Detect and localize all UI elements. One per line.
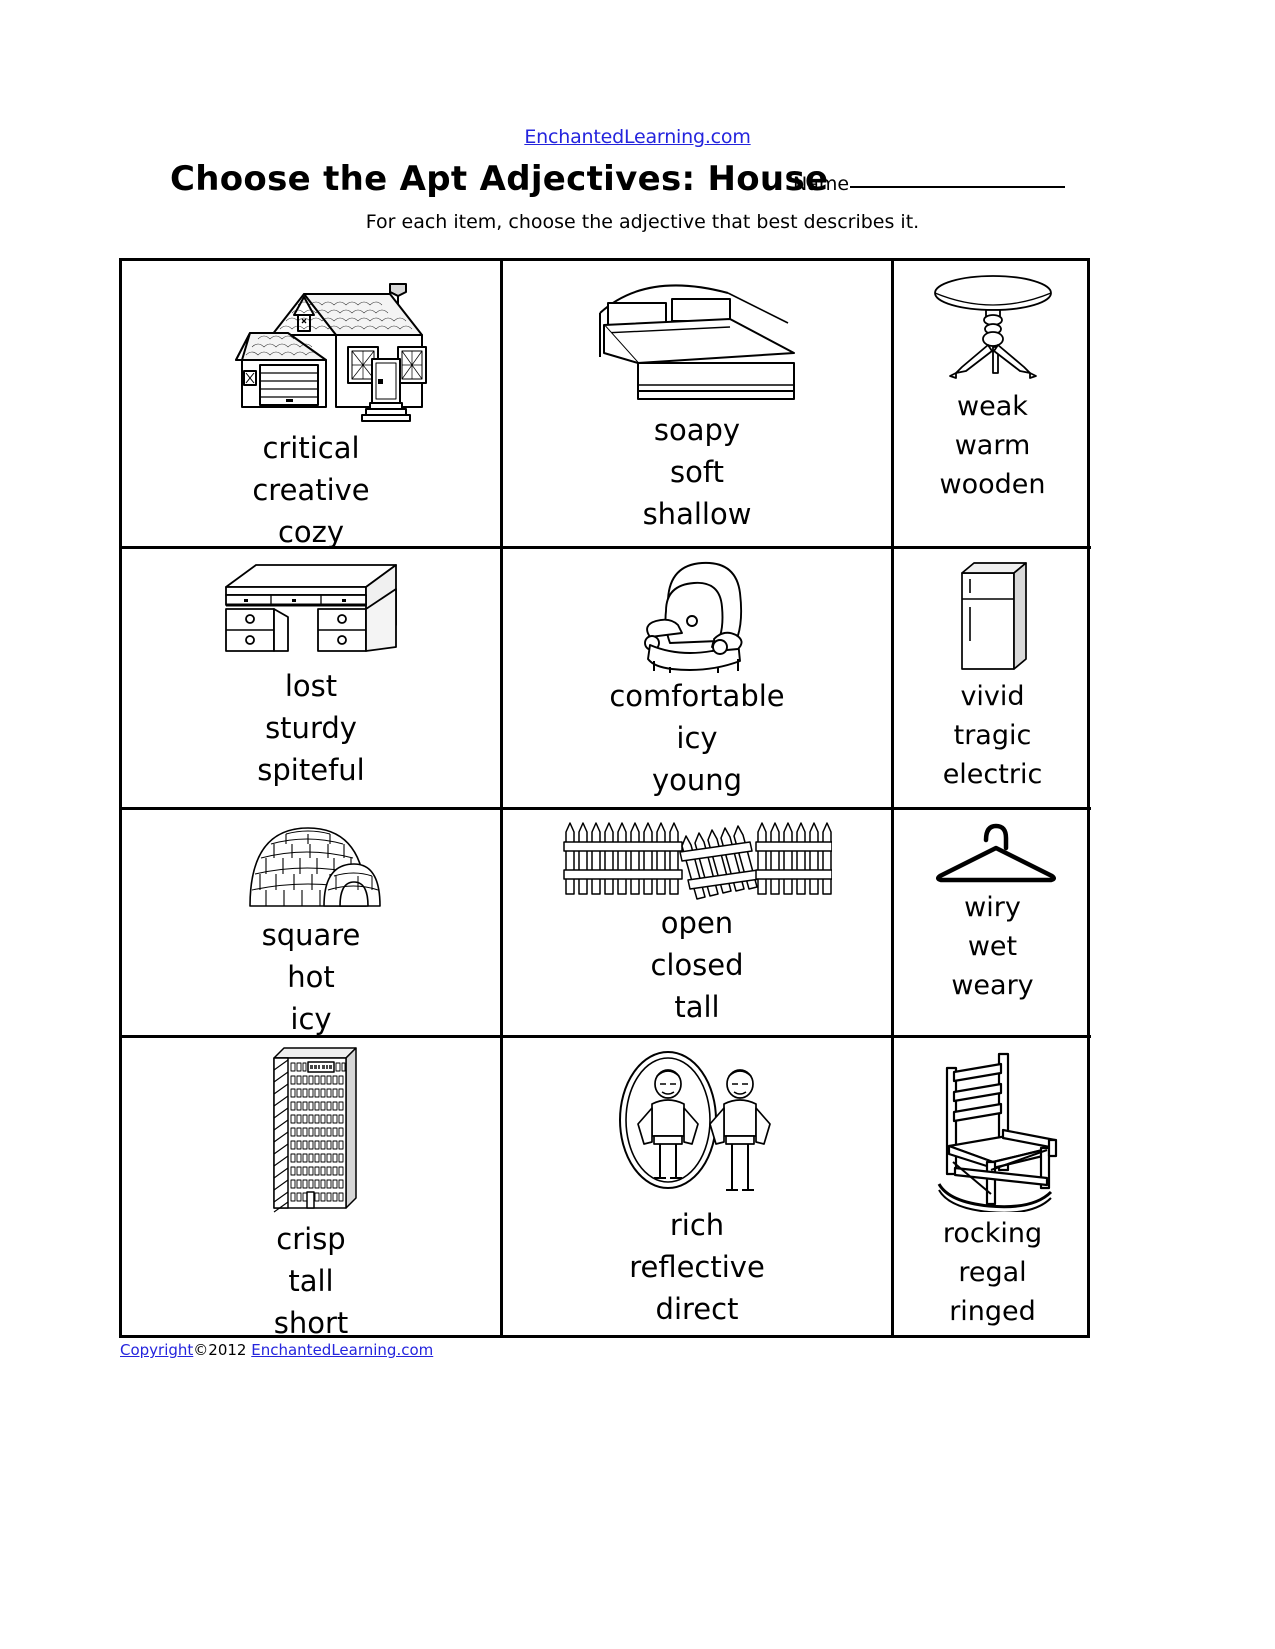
footer-site-link[interactable]: EnchantedLearning.com (251, 1341, 433, 1359)
choice-word[interactable]: electric (943, 755, 1043, 794)
worksheet-cell-table: weak warm wooden (894, 261, 1091, 549)
choice-word[interactable]: sturdy (257, 707, 364, 749)
house-icon (176, 267, 446, 425)
choice-word[interactable]: lost (257, 665, 364, 707)
choice-list: comfortable icy young (609, 675, 784, 801)
fence-gate-icon (562, 816, 832, 900)
bed-icon (582, 267, 812, 407)
choice-word[interactable]: cozy (252, 511, 369, 546)
title-row: Choose the Apt Adjectives: House Name (0, 159, 1275, 205)
refrigerator-icon (950, 555, 1036, 675)
choice-word[interactable]: icy (609, 717, 784, 759)
worksheet-cell-igloo: square hot icy (122, 810, 503, 1038)
choice-word[interactable]: critical (252, 427, 369, 469)
desk-icon (216, 555, 406, 663)
choice-word[interactable]: spiteful (257, 749, 364, 791)
choice-word[interactable]: direct (629, 1288, 765, 1330)
worksheet-cell-building: crisp tall short (122, 1038, 503, 1338)
apartment-building-icon (254, 1044, 368, 1216)
choice-word[interactable]: soft (643, 451, 752, 493)
choice-list: wiry wet weary (951, 888, 1033, 1005)
choice-word[interactable]: hot (262, 956, 361, 998)
choice-word[interactable]: tall (274, 1260, 349, 1302)
choice-word[interactable]: comfortable (609, 675, 784, 717)
choice-list: critical creative cozy (252, 427, 369, 546)
choice-word[interactable]: tragic (943, 716, 1043, 755)
choice-word[interactable]: crisp (274, 1218, 349, 1260)
choice-word[interactable]: square (262, 914, 361, 956)
worksheet-cell-mirror: rich reflective direct (503, 1038, 894, 1338)
choice-list: vivid tragic electric (943, 677, 1043, 794)
choice-word[interactable]: ringed (943, 1292, 1042, 1331)
choice-word[interactable]: warm (940, 426, 1046, 465)
worksheet-cell-refrigerator: vivid tragic electric (894, 549, 1091, 810)
page-title: Choose the Apt Adjectives: House (170, 159, 829, 199)
choice-list: crisp tall short (274, 1218, 349, 1338)
choice-list: square hot icy (262, 914, 361, 1035)
worksheet-cell-fence: open closed tall (503, 810, 894, 1038)
choice-list: rocking regal ringed (943, 1214, 1042, 1331)
rocking-chair-icon (923, 1044, 1063, 1212)
site-link-row: EnchantedLearning.com (0, 0, 1275, 147)
choice-word[interactable]: rocking (943, 1214, 1042, 1253)
worksheet-cell-armchair: comfortable icy young (503, 549, 894, 810)
mirror-icon (612, 1044, 782, 1202)
page-subtitle: For each item, choose the adjective that… (365, 211, 920, 233)
hanger-icon (930, 816, 1056, 886)
choice-word[interactable]: wiry (951, 888, 1033, 927)
choice-word[interactable]: young (609, 759, 784, 801)
choice-list: weak warm wooden (940, 387, 1046, 504)
choice-word[interactable]: icy (262, 998, 361, 1035)
table-icon (928, 267, 1058, 385)
footer-copyright-link[interactable]: Copyright (120, 1341, 193, 1359)
footer: Copyright©2012 EnchantedLearning.com (120, 1341, 433, 1359)
worksheet-cell-desk: lost sturdy spiteful (122, 549, 503, 810)
worksheet-page: EnchantedLearning.com Choose the Apt Adj… (0, 0, 1275, 1649)
footer-copyright-text: ©2012 (193, 1341, 252, 1359)
choice-list: rich reflective direct (629, 1204, 765, 1330)
worksheet-cell-house: critical creative cozy (122, 261, 503, 549)
choice-word[interactable]: open (650, 902, 743, 944)
choice-word[interactable]: reflective (629, 1246, 765, 1288)
worksheet-grid: critical creative cozy soapy soft shallo… (119, 258, 1091, 1338)
choice-list: open closed tall (650, 902, 743, 1028)
worksheet-cell-bed: soapy soft shallow (503, 261, 894, 549)
choice-word[interactable]: vivid (943, 677, 1043, 716)
choice-word[interactable]: wooden (940, 465, 1046, 504)
choice-word[interactable]: shallow (643, 493, 752, 535)
igloo-icon (236, 816, 386, 912)
worksheet-cell-rocking-chair: rocking regal ringed (894, 1038, 1091, 1338)
header-site-link[interactable]: EnchantedLearning.com (524, 126, 751, 148)
choice-word[interactable]: creative (252, 469, 369, 511)
choice-word[interactable]: soapy (643, 409, 752, 451)
choice-word[interactable]: rich (629, 1204, 765, 1246)
choice-word[interactable]: short (274, 1302, 349, 1338)
name-field[interactable]: Name (793, 173, 1066, 195)
choice-word[interactable]: tall (650, 986, 743, 1028)
choice-list: soapy soft shallow (643, 409, 752, 535)
choice-word[interactable]: wet (951, 927, 1033, 966)
choice-list: lost sturdy spiteful (257, 665, 364, 791)
choice-word[interactable]: regal (943, 1253, 1042, 1292)
armchair-icon (622, 555, 772, 673)
choice-word[interactable]: weary (951, 966, 1033, 1005)
name-write-line[interactable] (850, 185, 1066, 188)
name-label: Name (793, 173, 850, 195)
worksheet-cell-hanger: wiry wet weary (894, 810, 1091, 1038)
choice-word[interactable]: weak (940, 387, 1046, 426)
choice-word[interactable]: closed (650, 944, 743, 986)
